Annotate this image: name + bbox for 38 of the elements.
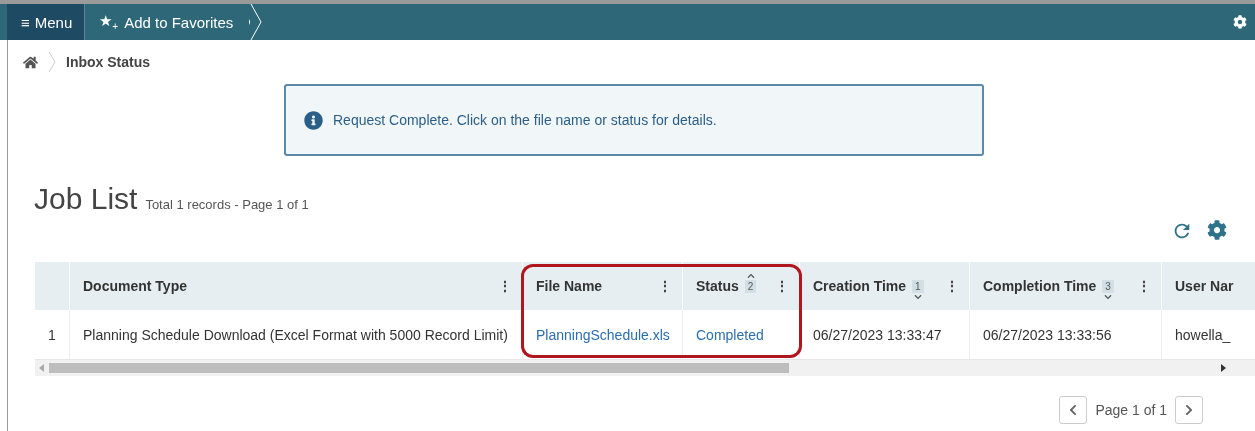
table-cell: 1: [48, 326, 56, 343]
add-to-favorites-button[interactable]: ★$_{+}$ Add to Favorites: [85, 4, 251, 40]
page-title: Job List: [34, 182, 138, 216]
table-cell: 06/27/2023 13:33:56: [983, 326, 1112, 343]
table-cell: 06/27/2023 13:33:47: [813, 326, 942, 343]
table-link[interactable]: PlanningSchedule.xls: [536, 326, 670, 343]
column-header[interactable]: Completion Time 3 ⋮: [970, 262, 1162, 310]
column-menu-icon[interactable]: ⋮: [945, 279, 959, 293]
column-menu-icon[interactable]: ⋮: [658, 279, 672, 293]
home-icon[interactable]: [23, 54, 38, 70]
column-header[interactable]: Document Type ⋮: [70, 262, 523, 310]
sort-order-badge: 3: [1102, 279, 1114, 293]
info-icon: [304, 110, 323, 130]
column-header[interactable]: Creation Time 1 ⋮: [800, 262, 970, 310]
column-menu-icon[interactable]: ⋮: [775, 279, 789, 293]
table-cell: howella_: [1175, 326, 1231, 343]
column-header[interactable]: User Nar: [1162, 262, 1255, 310]
settings-icon[interactable]: [1233, 15, 1247, 29]
chevron-divider: [250, 4, 263, 40]
table-link[interactable]: Completed: [696, 326, 764, 343]
records-summary: Total 1 records - Page 1 of 1: [145, 197, 309, 212]
column-menu-icon[interactable]: ⋮: [1137, 279, 1151, 293]
alert-message: Request Complete. Click on the file name or status for details.: [333, 112, 717, 128]
next-page-button[interactable]: [1175, 396, 1203, 424]
column-header[interactable]: Status 2 ⋮: [683, 262, 800, 310]
column-header[interactable]: File Name ⋮: [523, 262, 683, 310]
previous-page-button[interactable]: [1059, 396, 1088, 424]
column-menu-icon[interactable]: ⋮: [498, 279, 512, 293]
settings-icon[interactable]: [1207, 220, 1227, 240]
sort-order-badge: 2: [744, 279, 757, 293]
chevron-right-icon: [1183, 404, 1195, 416]
page-indicator: Page 1 of 1: [1095, 402, 1167, 418]
sort-order-badge: 1: [912, 279, 924, 293]
scroll-right-icon[interactable]: [1221, 364, 1227, 372]
breadcrumb-separator-icon: [48, 52, 56, 72]
menu-button[interactable]: ≡ Menu: [7, 4, 86, 40]
table-cell: Planning Schedule Download (Excel Format with 5000 Record Limit): [83, 326, 508, 343]
breadcrumb-item: Inbox Status: [66, 54, 150, 70]
